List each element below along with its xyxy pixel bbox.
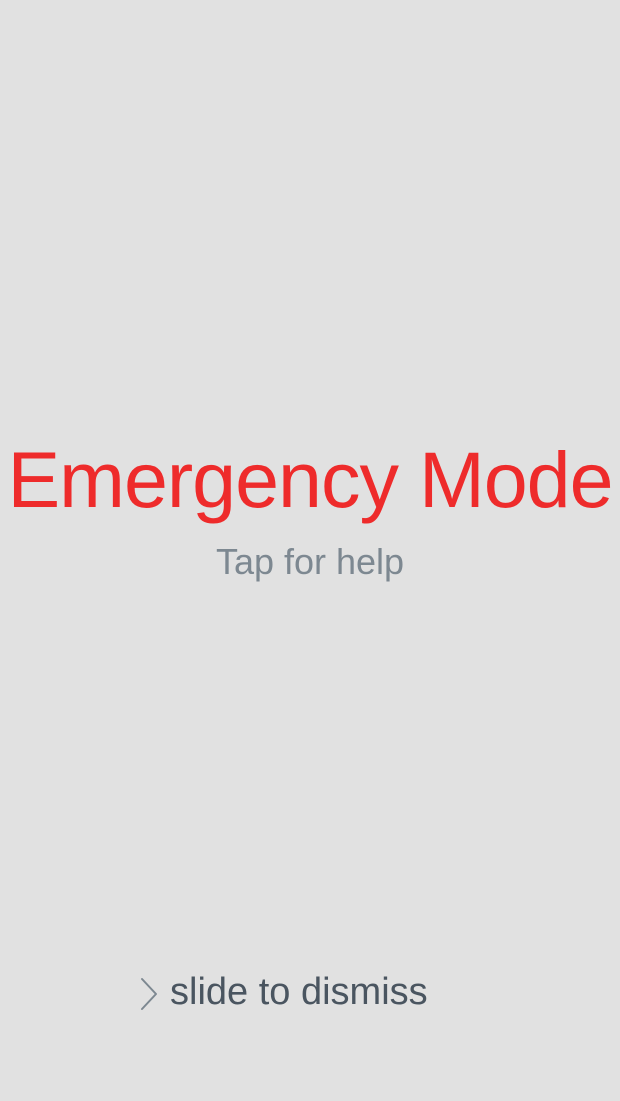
emergency-mode-screen: Emergency Mode Tap for help slide to dis…	[0, 0, 620, 1101]
slide-to-dismiss-label: slide to dismiss	[170, 971, 428, 1013]
tap-for-help-button[interactable]: Tap for help	[0, 540, 620, 584]
emergency-mode-title: Emergency Mode	[7, 435, 613, 524]
slide-to-dismiss-slider[interactable]: slide to dismiss	[140, 964, 480, 1020]
chevron-right-icon	[141, 978, 157, 1010]
